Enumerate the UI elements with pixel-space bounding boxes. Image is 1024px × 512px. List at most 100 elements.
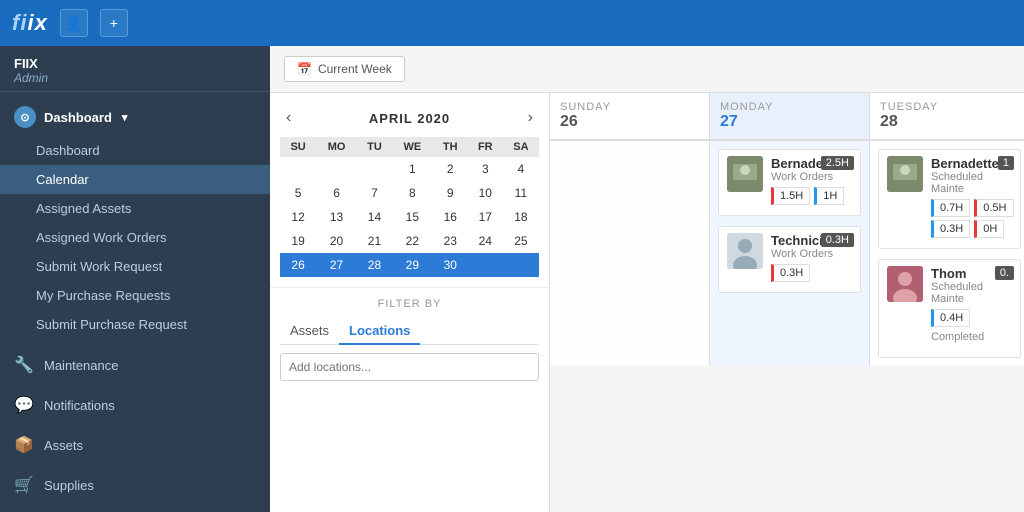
bernadette-tuesday-avatar bbox=[887, 156, 923, 192]
monday-label: MONDAY bbox=[720, 101, 859, 113]
sidebar-item-supplies[interactable]: 🛒 Supplies bbox=[0, 465, 270, 505]
cal-day[interactable]: 28 bbox=[357, 253, 392, 277]
logo: fiix bbox=[12, 10, 48, 36]
bernadette-tuesday-bars-2: 0.3H 0H bbox=[931, 220, 1014, 238]
cal-day[interactable]: 5 bbox=[280, 181, 316, 205]
sidebar-item-assigned-work-orders[interactable]: Assigned Work Orders bbox=[0, 223, 270, 252]
thom-tuesday-completed-label: Completed bbox=[931, 331, 1012, 343]
calendar-grid: SU MO TU WE TH FR SA bbox=[280, 137, 539, 277]
top-bar: fiix 👤 + bbox=[0, 0, 1024, 46]
cal-day[interactable]: 7 bbox=[357, 181, 392, 205]
filter-tab-locations[interactable]: Locations bbox=[339, 318, 420, 345]
day-col-sunday bbox=[550, 141, 710, 366]
sidebar-item-submit-purchase-request[interactable]: Submit Purchase Request bbox=[0, 310, 270, 339]
cal-day[interactable]: 24 bbox=[468, 229, 503, 253]
schedule-panel: SUNDAY 26 MONDAY 27 TUESDAY 28 bbox=[550, 93, 1024, 512]
add-button[interactable]: + bbox=[100, 9, 128, 37]
cal-day[interactable]: 12 bbox=[280, 205, 316, 229]
sidebar-dropdown-arrow: ▾ bbox=[122, 111, 128, 124]
cal-day[interactable]: 20 bbox=[316, 229, 357, 253]
filter-tab-assets[interactable]: Assets bbox=[280, 318, 339, 345]
cal-day[interactable]: 14 bbox=[357, 205, 392, 229]
sidebar-role: Admin bbox=[14, 71, 256, 85]
tech-card-header-t2: Thom Scheduled Mainte 0.4H Completed bbox=[887, 266, 1012, 347]
technicians-monday-hours: 0.3H bbox=[821, 233, 854, 247]
thom-tuesday-subtitle: Scheduled Mainte bbox=[931, 281, 1012, 305]
sidebar-item-dashboard[interactable]: Dashboard bbox=[0, 136, 270, 165]
cal-day[interactable]: 25 bbox=[503, 229, 539, 253]
cal-day[interactable]: 22 bbox=[392, 229, 433, 253]
cal-header-su: SU bbox=[280, 137, 316, 157]
current-week-button[interactable]: 📅 Current Week bbox=[284, 56, 405, 82]
work-bar-thom-0-4h: 0.4H bbox=[931, 309, 970, 327]
user-icon-button[interactable]: 👤 bbox=[60, 9, 88, 37]
cal-day[interactable] bbox=[357, 157, 392, 181]
cal-day[interactable] bbox=[503, 253, 539, 277]
cal-day[interactable]: 26 bbox=[280, 253, 316, 277]
day-col-tuesday: 1 Bernadette bbox=[870, 141, 1024, 366]
sidebar-item-my-purchase-requests[interactable]: My Purchase Requests bbox=[0, 281, 270, 310]
filter-section: FILTER BY Assets Locations bbox=[270, 287, 549, 391]
cal-day[interactable]: 27 bbox=[316, 253, 357, 277]
assets-icon: 📦 bbox=[14, 435, 34, 455]
cal-day[interactable]: 21 bbox=[357, 229, 392, 253]
sidebar: FIIX Admin ⊙ Dashboard ▾ Dashboard Calen… bbox=[0, 46, 270, 512]
cal-day[interactable] bbox=[468, 253, 503, 277]
cal-day[interactable]: 13 bbox=[316, 205, 357, 229]
sidebar-item-assets[interactable]: 📦 Assets bbox=[0, 425, 270, 465]
cal-day[interactable]: 30 bbox=[433, 253, 468, 277]
cal-day[interactable]: 4 bbox=[503, 157, 539, 181]
tech-card-bernadette-monday: 2.5H Bernadette bbox=[718, 149, 861, 216]
tech-card-bernadette-tuesday: 1 Bernadette bbox=[878, 149, 1021, 249]
cal-day[interactable]: 29 bbox=[392, 253, 433, 277]
left-panel: ‹ APRIL 2020 › SU MO TU WE TH bbox=[270, 93, 550, 512]
technicians-monday-avatar bbox=[727, 233, 763, 269]
bernadette-tuesday-subtitle: Scheduled Mainte bbox=[931, 171, 1014, 195]
sidebar-item-maintenance[interactable]: 🔧 Maintenance bbox=[0, 345, 270, 385]
sidebar-item-notifications[interactable]: 💬 Notifications bbox=[0, 385, 270, 425]
sidebar-item-assigned-assets[interactable]: Assigned Assets bbox=[0, 194, 270, 223]
sidebar-item-purchasing[interactable]: 🛍️ Purchasing bbox=[0, 505, 270, 512]
calendar-week-1: 1 2 3 4 bbox=[280, 157, 539, 181]
cal-day[interactable]: 10 bbox=[468, 181, 503, 205]
cal-day[interactable]: 17 bbox=[468, 205, 503, 229]
tech-card-header-t1: Bernadette Scheduled Mainte 0.7H 0.5H 0.… bbox=[887, 156, 1012, 238]
cal-day[interactable]: 19 bbox=[280, 229, 316, 253]
filter-tabs: Assets Locations bbox=[280, 318, 539, 345]
cal-day[interactable]: 16 bbox=[433, 205, 468, 229]
bernadette-monday-subtitle: Work Orders bbox=[771, 171, 852, 183]
sidebar-item-submit-work-request[interactable]: Submit Work Request bbox=[0, 252, 270, 281]
cal-day[interactable]: 3 bbox=[468, 157, 503, 181]
calendar-schedule: ‹ APRIL 2020 › SU MO TU WE TH bbox=[270, 93, 1024, 512]
calendar-toolbar-icon: 📅 bbox=[297, 62, 312, 76]
technicians-monday-bars: 0.3H bbox=[771, 264, 852, 282]
cal-day[interactable]: 15 bbox=[392, 205, 433, 229]
tuesday-number: 28 bbox=[880, 113, 1019, 131]
thom-tuesday-hours: 0. bbox=[995, 266, 1014, 280]
cal-day[interactable]: 9 bbox=[433, 181, 468, 205]
sidebar-app-name: FIIX bbox=[14, 56, 256, 71]
sidebar-supplies-label: Supplies bbox=[44, 478, 94, 493]
cal-day[interactable] bbox=[280, 157, 316, 181]
cal-day[interactable]: 23 bbox=[433, 229, 468, 253]
schedule-body: 2.5H Bernadette bbox=[550, 141, 1024, 366]
cal-day[interactable]: 8 bbox=[392, 181, 433, 205]
cal-day[interactable]: 1 bbox=[392, 157, 433, 181]
sidebar-dashboard-header[interactable]: ⊙ Dashboard ▾ bbox=[0, 98, 270, 136]
cal-day[interactable] bbox=[316, 157, 357, 181]
calendar-next-button[interactable]: › bbox=[522, 107, 539, 129]
filter-locations-input[interactable] bbox=[280, 353, 539, 381]
maintenance-icon: 🔧 bbox=[14, 355, 34, 375]
cal-day[interactable]: 18 bbox=[503, 205, 539, 229]
supplies-icon: 🛒 bbox=[14, 475, 34, 495]
sidebar-header: FIIX Admin bbox=[0, 46, 270, 92]
cal-day[interactable]: 11 bbox=[503, 181, 539, 205]
sidebar-item-calendar[interactable]: Calendar bbox=[0, 165, 270, 194]
cal-day[interactable]: 6 bbox=[316, 181, 357, 205]
cal-header-tu: TU bbox=[357, 137, 392, 157]
day-header-sunday: SUNDAY 26 bbox=[550, 93, 710, 139]
cal-day[interactable]: 2 bbox=[433, 157, 468, 181]
bernadette-tuesday-bars: 0.7H 0.5H bbox=[931, 199, 1014, 217]
calendar-prev-button[interactable]: ‹ bbox=[280, 107, 297, 129]
sidebar-assets-label: Assets bbox=[44, 438, 83, 453]
